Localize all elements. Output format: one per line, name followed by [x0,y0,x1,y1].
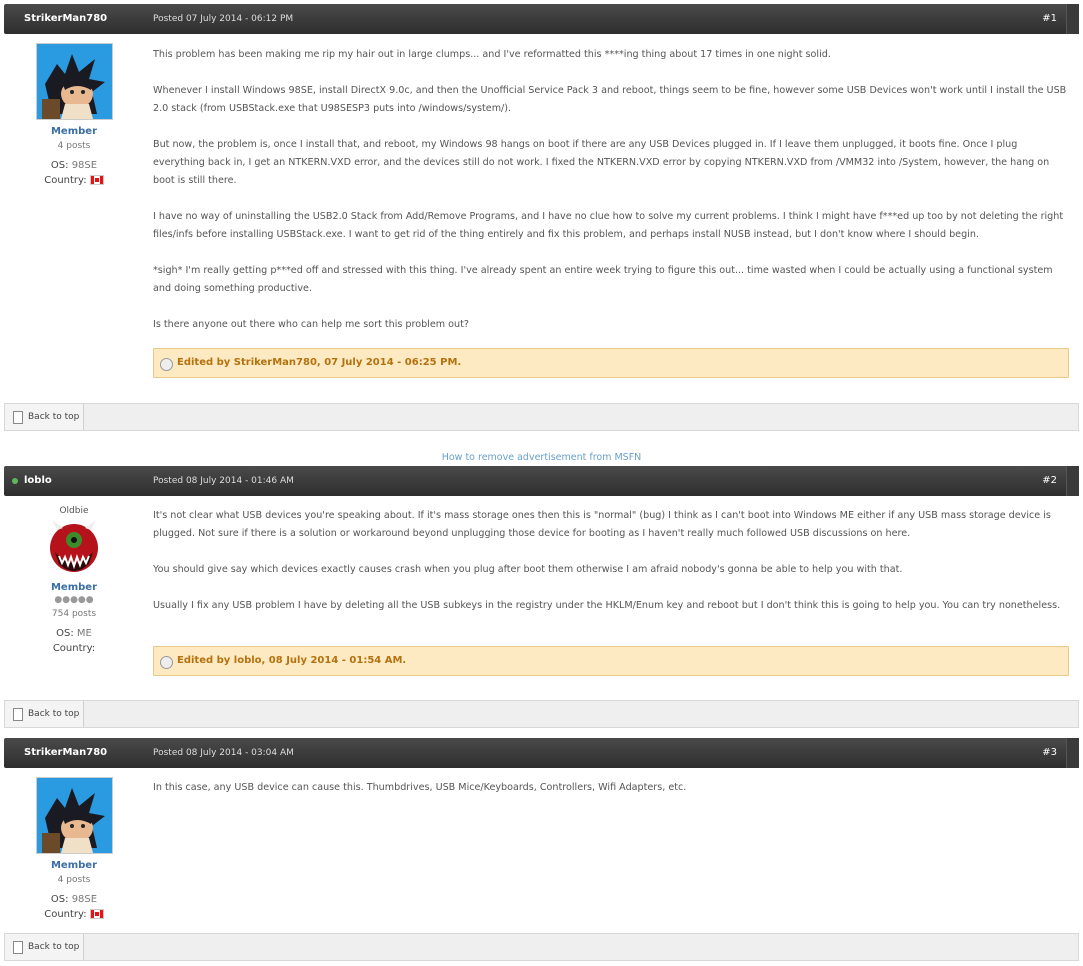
os-field: OS: ME [4,628,144,639]
member-group: Member [50,582,98,593]
member-group: Member [50,126,98,137]
page-icon [13,708,23,721]
os-label: OS: [56,628,74,639]
post-paragraph: This problem has been making me rip my h… [153,49,831,60]
post-1-header: StrikerMan780 Posted 07 July 2014 - 06:1… [4,4,1079,34]
page-icon [13,411,23,424]
post-2-author[interactable]: loblo [24,466,52,496]
post-paragraph: Usually I fix any USB problem I have by … [153,600,1061,611]
rank-pips: ●●●●● [54,595,94,605]
post-3-author[interactable]: StrikerMan780 [24,738,107,768]
os-label: OS: [50,160,69,171]
post-paragraph: I have no way of uninstalling the USB2.0… [153,211,1064,240]
canada-flag-icon [89,909,104,919]
post-paragraph: It's not clear what USB devices you're s… [153,510,1051,539]
post-paragraph: You should give say which devices exactl… [153,564,903,575]
canada-flag-icon [89,175,104,185]
post-paragraph: In this case, any USB device can cause t… [153,782,687,793]
page-icon [13,941,23,954]
post-2-header: loblo Posted 08 July 2014 - 01:46 AM #2 [4,466,1079,496]
post-1-date: Posted 07 July 2014 - 06:12 PM [153,14,294,24]
os-label: OS: [50,894,69,905]
post-2-edit-notice: Edited by loblo, 08 July 2014 - 01:54 AM… [153,646,1069,676]
back-to-top-label: Back to top [28,942,80,952]
avatar-demon-icon [50,520,98,572]
edit-icon [160,358,173,371]
post-3-date: Posted 08 July 2014 - 03:04 AM [153,748,294,758]
post-2-number[interactable]: #2 [1042,466,1057,496]
post-1-options-tab[interactable] [1066,4,1079,34]
post-1-number[interactable]: #1 [1042,4,1057,34]
post-2-author-info: Oldbie Member ●●●●● 754 posts OS: ME Cou… [4,506,144,654]
post-count: 4 posts [57,141,91,151]
post-paragraph: Is there anyone out there who can help m… [153,319,469,330]
remove-ads-link[interactable]: How to remove advertisement from MSFN [0,452,1083,463]
post-count: 4 posts [57,875,91,885]
post-paragraph: But now, the problem is, once I install … [153,139,1050,186]
post-1-footer: Back to top [4,403,1079,431]
post-2-footer: Back to top [4,700,1079,728]
country-field: Country: [4,909,144,920]
post-count: 754 posts [51,609,97,619]
country-field: Country: [4,175,144,186]
edit-text: Edited by StrikerMan780, 07 July 2014 - … [177,357,462,368]
online-status-icon [12,478,18,484]
post-3-number[interactable]: #3 [1042,738,1057,768]
os-value: 98SE [71,160,98,171]
os-field: OS: 98SE [4,160,144,171]
edit-text: Edited by loblo, 08 July 2014 - 01:54 AM… [177,655,407,666]
post-1-author-info: Member 4 posts OS: 98SE Country: [4,43,144,186]
edit-icon [160,656,173,669]
avatar-hedgehog-icon [36,778,112,853]
post-paragraph: Whenever I install Windows 98SE, install… [153,85,1067,114]
country-label: Country: [44,909,87,920]
post-paragraph: *sigh* I'm really getting p***ed off and… [153,265,1053,294]
country-field: Country: [4,643,144,654]
country-label: Country: [44,175,87,186]
avatar-hedgehog-icon [36,44,112,119]
post-2-date: Posted 08 July 2014 - 01:46 AM [153,476,294,486]
post-1-edit-notice: Edited by StrikerMan780, 07 July 2014 - … [153,348,1069,378]
avatar[interactable] [35,777,113,854]
back-to-top-button[interactable]: Back to top [5,934,84,960]
member-title: Oldbie [59,506,89,516]
post-2-options-tab[interactable] [1066,466,1079,496]
back-to-top-label: Back to top [28,412,80,422]
os-value: 98SE [71,894,98,905]
back-to-top-button[interactable]: Back to top [5,404,84,430]
avatar[interactable] [35,43,113,120]
member-group: Member [50,860,98,871]
post-2-body: It's not clear what USB devices you're s… [153,507,1071,633]
post-1-author[interactable]: StrikerMan780 [24,4,107,34]
post-3-footer: Back to top [4,933,1079,961]
country-label: Country: [52,643,96,654]
post-3-options-tab[interactable] [1066,738,1079,768]
post-1-body: This problem has been making me rip my h… [153,46,1071,352]
back-to-top-label: Back to top [28,709,80,719]
os-value: ME [76,628,92,639]
back-to-top-button[interactable]: Back to top [5,701,84,727]
avatar[interactable] [47,520,101,576]
post-3-body: In this case, any USB device can cause t… [153,779,1071,815]
os-field: OS: 98SE [4,894,144,905]
post-3-author-info: Member 4 posts OS: 98SE Country: [4,777,144,920]
post-3-header: StrikerMan780 Posted 08 July 2014 - 03:0… [4,738,1079,768]
